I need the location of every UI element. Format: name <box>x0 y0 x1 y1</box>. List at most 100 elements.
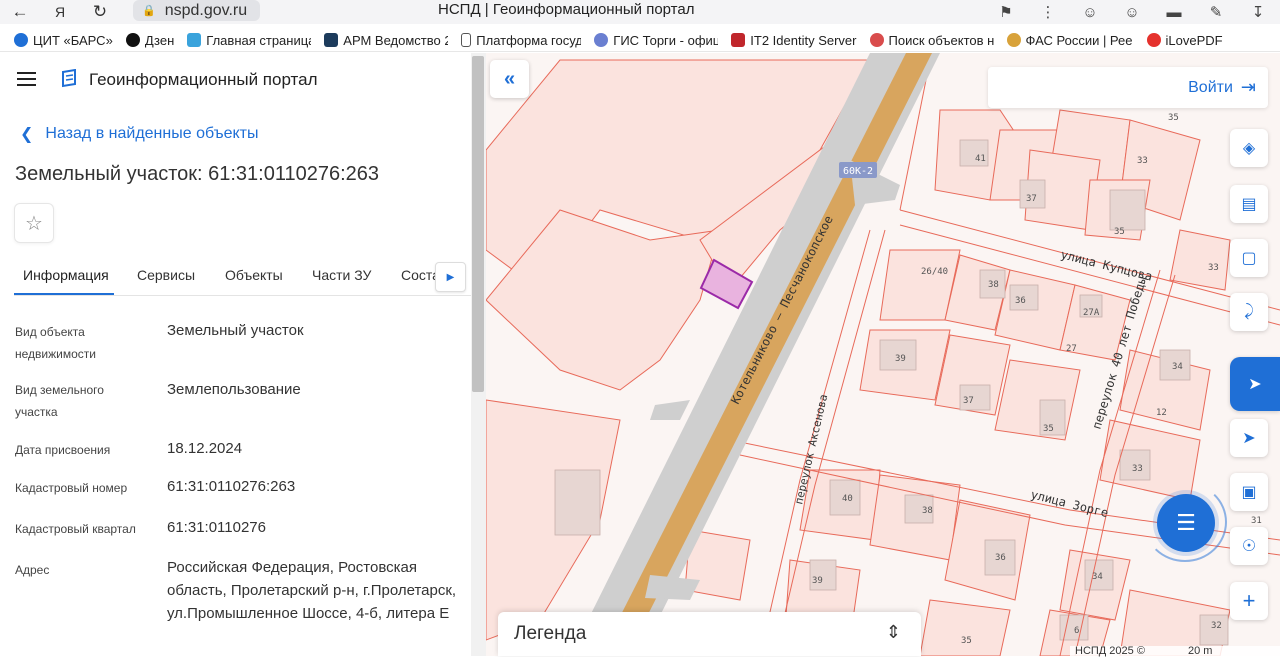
object-title: Земельный участок: 61:31:0110276:263 <box>15 163 380 185</box>
bookmark-item[interactable]: Дзен <box>125 33 174 48</box>
info-tabs: Информация Сервисы Объекты Части ЗУ Сост… <box>14 262 471 296</box>
heart-icon <box>1146 33 1161 47</box>
copyright-text: НСПД 2025 © <box>1075 645 1145 657</box>
house-number: 32 <box>1211 621 1222 631</box>
reload-icon[interactable]: ↻ <box>80 0 120 24</box>
legend-panel[interactable]: Легенда ⇕ <box>498 612 921 656</box>
bookmark-icon[interactable]: ⚑ <box>985 3 1027 21</box>
back-link-label: Назад в найденные объекты <box>45 125 259 142</box>
favorite-star-icon[interactable]: ☆ <box>14 203 54 243</box>
tab-information[interactable]: Информация <box>23 267 109 283</box>
house-number: 12 <box>1156 408 1167 418</box>
more-icon[interactable]: ⋮ <box>1027 3 1069 21</box>
house-number: 37 <box>1026 194 1037 204</box>
download-icon[interactable]: ↧ <box>1237 3 1279 21</box>
field-value: 61:31:0110276:263 <box>167 478 296 495</box>
road-badge-label: 60К-2 <box>843 166 873 177</box>
house-number: 33 <box>1132 464 1143 474</box>
field-value: Земельный участок <box>167 322 304 339</box>
bookmark-item[interactable]: ФАС России | Рее <box>1006 33 1134 48</box>
bookmarks-bar: ЦИТ «БАРС» Дзен Главная страница АРМ Вед… <box>0 29 1280 52</box>
street-label: улица Зорге <box>1029 487 1110 520</box>
bookmark-favicon-icon <box>731 33 746 47</box>
menu-icon[interactable] <box>17 72 36 86</box>
bookmark-item[interactable]: ГИС Торги - офиц <box>594 33 718 48</box>
field-label: Кадастровый номер <box>15 481 128 495</box>
zoom-in-icon[interactable]: + <box>1230 582 1268 620</box>
login-label: Войти <box>1188 78 1233 96</box>
house-number: 36 <box>1015 296 1026 306</box>
bookmark-item[interactable]: Главная страница <box>187 33 311 48</box>
url-text: nspd.gov.ru <box>164 1 248 19</box>
login-button[interactable]: Войти ⇥ <box>1188 77 1256 98</box>
bookmark-item[interactable]: Поиск объектов н <box>869 33 994 48</box>
login-bar: Войти ⇥ <box>988 67 1268 108</box>
yandex-icon[interactable]: Я <box>40 0 80 24</box>
share-icon[interactable]: ⤸ <box>1230 293 1268 331</box>
house-number: 38 <box>922 506 933 516</box>
scrollbar-thumb[interactable] <box>472 56 484 392</box>
house-number: 37 <box>963 396 974 406</box>
collapse-panel-button[interactable]: « <box>490 60 529 98</box>
house-number: 39 <box>812 576 823 586</box>
house-number: 38 <box>988 280 999 290</box>
ruler-icon[interactable]: ▤ <box>1230 185 1268 223</box>
field-value: 18.12.2024 <box>167 440 243 457</box>
bookmark-favicon-icon <box>125 33 140 47</box>
bookmark-favicon-icon <box>869 33 884 47</box>
tab-objects[interactable]: Объекты <box>225 267 283 283</box>
browser-actions: ⚑ ⋮ ☺ ☺ ▬ ✎ ↧ <box>985 0 1279 24</box>
address-bar[interactable]: 🔒 nspd.gov.ru <box>133 0 260 21</box>
tab-parts[interactable]: Части ЗУ <box>312 267 371 283</box>
tabs-scroll-right-button[interactable]: ▶ <box>435 262 466 292</box>
bookmark-item[interactable]: Платформа госуд <box>461 33 581 48</box>
extension-icon[interactable]: ☺ <box>1069 4 1111 21</box>
extension-icon[interactable]: ☺ <box>1111 4 1153 21</box>
bookmark-favicon-icon <box>324 33 339 47</box>
portal-logo-icon <box>62 69 76 88</box>
bookmark-item[interactable]: IT2 Identity Server <box>731 33 857 48</box>
login-icon: ⇥ <box>1240 77 1256 97</box>
expand-collapse-icon[interactable]: ⇕ <box>886 622 901 643</box>
navigate-icon[interactable]: ➤ <box>1230 419 1268 457</box>
back-to-results-link[interactable]: ❮ Назад в найденные объекты <box>20 124 259 144</box>
field-value: Землепользование <box>167 381 301 398</box>
lock-icon: 🔒 <box>142 5 156 17</box>
house-number: 35 <box>1114 227 1125 237</box>
back-arrow-icon[interactable]: ← <box>0 0 40 24</box>
chat-icon[interactable]: ☰ <box>1157 494 1215 552</box>
house-number: 35 <box>1043 424 1054 434</box>
tab-services[interactable]: Сервисы <box>137 267 195 283</box>
minimap-icon[interactable]: ▣ <box>1230 473 1268 511</box>
map-canvas[interactable]: 60К-2 Котельниково — Песчанокопское улиц… <box>486 53 1280 656</box>
area-select-icon[interactable]: ▢ <box>1230 239 1268 277</box>
house-number: 40 <box>842 494 853 504</box>
scale-label: 20 m <box>1188 645 1213 657</box>
house-number: 34 <box>1172 362 1183 372</box>
bookmark-favicon-icon <box>187 33 202 47</box>
extension-icon[interactable]: ▬ <box>1153 4 1195 21</box>
house-number: 34 <box>1092 572 1103 582</box>
active-tab-indicator <box>14 293 114 295</box>
field-value: 61:31:0110276 <box>167 519 266 536</box>
field-label: Вид земельного участка <box>15 383 104 419</box>
field-label: Дата присвоения <box>15 443 111 457</box>
house-number: 6 <box>1074 626 1079 636</box>
bookmark-item[interactable]: ЦИТ «БАРС» <box>14 33 113 48</box>
portal-title: Геоинформационный портал <box>89 70 318 89</box>
house-number: 36 <box>995 553 1006 563</box>
layers-icon[interactable]: ◈ <box>1230 129 1268 167</box>
bookmark-item[interactable]: iLovePDF <box>1146 33 1223 48</box>
document-icon <box>461 33 472 47</box>
cadastral-map[interactable]: 60К-2 Котельниково — Песчанокопское улиц… <box>486 53 1280 656</box>
house-number: 27А <box>1083 308 1100 318</box>
house-number: 35 <box>961 636 972 646</box>
search-location-icon[interactable]: ☉ <box>1230 527 1268 565</box>
house-number: 33 <box>1208 263 1219 273</box>
assistant-icon[interactable]: ➤ <box>1230 357 1280 411</box>
field-label: Вид объекта недвижимости <box>15 325 96 361</box>
page-tab-title: НСПД | Геоинформационный портал <box>438 1 695 18</box>
bookmark-item[interactable]: АРМ Ведомство 2 <box>324 33 448 48</box>
extension-icon[interactable]: ✎ <box>1195 3 1237 21</box>
house-number: 33 <box>1137 156 1148 166</box>
